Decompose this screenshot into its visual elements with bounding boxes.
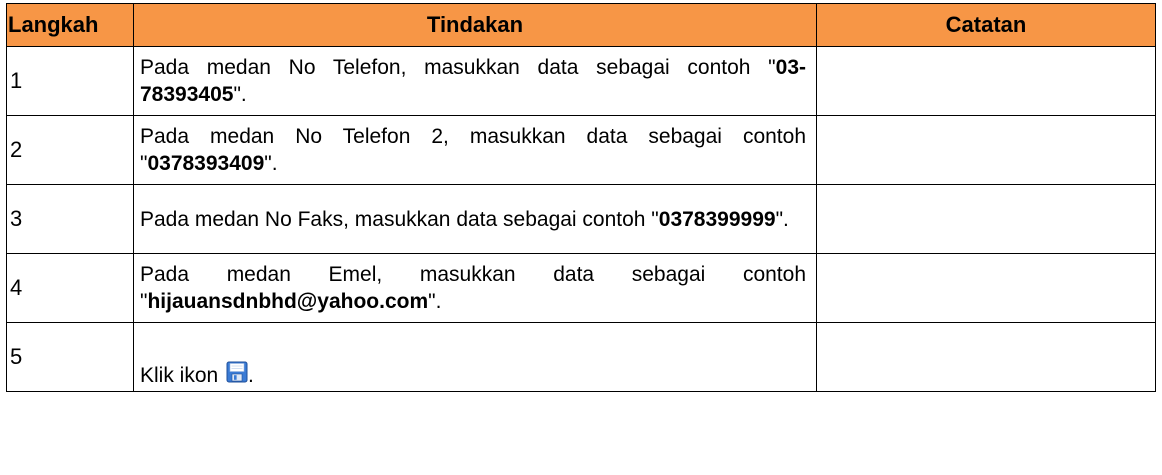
save-icon [226,361,248,383]
step-number: 3 [6,184,134,254]
note-cell [816,115,1156,185]
action-text-before: Pada medan No Telefon, masukkan data seb… [140,56,776,79]
step-number: 5 [6,322,134,392]
action-text-before: Klik ikon [140,364,225,387]
action-text: Pada medan Emel, masukkan data sebagai c… [140,261,806,315]
action-text-after: ". [233,83,247,106]
action-example-value: hijauansdnbhd@yahoo.com [147,290,429,313]
header-action: Tindakan [133,3,817,47]
table-row: 4 Pada medan Emel, masukkan data sebagai… [6,253,1156,323]
table-row: 2 Pada medan No Telefon 2, masukkan data… [6,115,1156,185]
action-text-after: ". [428,290,442,313]
action-cell: Pada medan No Telefon, masukkan data seb… [133,46,817,116]
action-example-value: 0378393409 [147,152,265,175]
action-text: Pada medan No Faks, masukkan data sebaga… [140,206,806,233]
header-note: Catatan [816,3,1156,47]
action-text: Pada medan No Telefon, masukkan data seb… [140,54,806,108]
action-text-before: Pada medan No Faks, masukkan data sebaga… [140,207,659,231]
step-number: 1 [6,46,134,116]
header-step: Langkah [6,3,134,47]
note-cell [816,322,1156,392]
action-cell: Pada medan No Faks, masukkan data sebaga… [133,184,817,254]
action-cell: Pada medan Emel, masukkan data sebagai c… [133,253,817,323]
steps-table: Langkah Tindakan Catatan 1 Pada medan No… [6,3,1156,392]
note-cell [816,253,1156,323]
action-text-after: . [248,364,254,387]
note-cell [816,46,1156,116]
action-text-after: ". [264,152,278,175]
action-text-after: ". [775,207,789,231]
table-row: 3 Pada medan No Faks, masukkan data seba… [6,184,1156,254]
step-number: 4 [6,253,134,323]
note-cell [816,184,1156,254]
table-row: 1 Pada medan No Telefon, masukkan data s… [6,46,1156,116]
action-cell: Klik ikon . [133,322,817,392]
action-example-value: 0378399999 [658,207,776,231]
action-cell: Pada medan No Telefon 2, masukkan data s… [133,115,817,185]
header-row: Langkah Tindakan Catatan [6,3,1156,47]
step-number: 2 [6,115,134,185]
table-row: 5 Klik ikon . [6,322,1156,392]
action-text: Pada medan No Telefon 2, masukkan data s… [140,123,806,177]
